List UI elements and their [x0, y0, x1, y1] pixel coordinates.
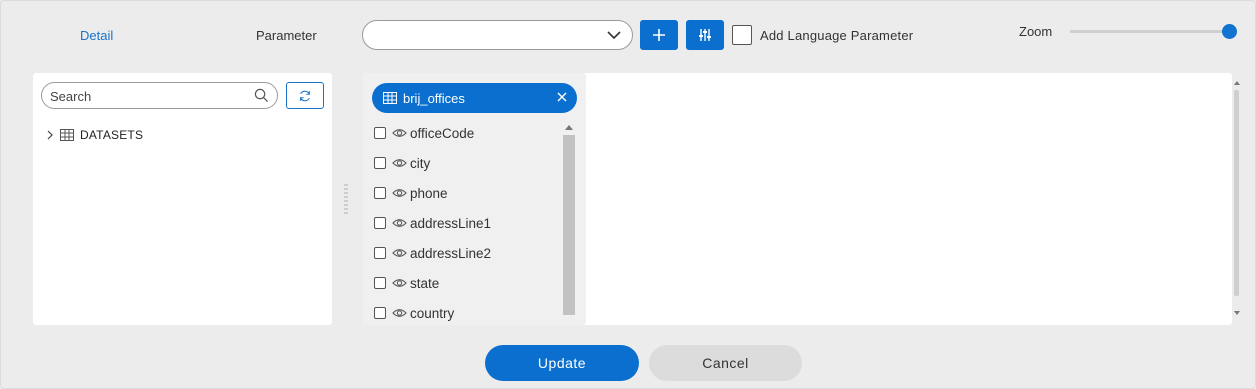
table-header[interactable]: brij_offices — [372, 83, 577, 113]
column-row[interactable]: phone — [374, 183, 448, 203]
column-name: country — [410, 305, 455, 321]
table-name: brij_offices — [403, 90, 465, 106]
plus-icon — [653, 29, 665, 41]
update-button[interactable]: Update — [485, 345, 639, 381]
column-name: phone — [410, 185, 448, 201]
eye-icon[interactable] — [392, 247, 407, 259]
column-name: state — [410, 275, 440, 291]
parameter-select[interactable] — [362, 20, 633, 50]
parameter-settings-button[interactable] — [686, 20, 724, 50]
column-checkbox[interactable] — [374, 217, 386, 229]
column-checkbox[interactable] — [374, 277, 386, 289]
dataset-panel: DATASETS — [33, 73, 332, 325]
add-language-checkbox[interactable] — [732, 25, 752, 45]
column-name: addressLine2 — [410, 245, 492, 261]
column-row[interactable]: addressLine1 — [374, 213, 491, 233]
tab-detail[interactable]: Detail — [80, 28, 113, 43]
column-name: addressLine1 — [410, 215, 492, 231]
zoom-slider-fill — [1070, 30, 1230, 33]
add-language-label: Add Language Parameter — [760, 28, 914, 43]
table-card[interactable]: brij_offices officeCode city phone addressL… — [363, 73, 586, 325]
sliders-icon — [699, 29, 711, 41]
column-checkbox[interactable] — [374, 247, 386, 259]
tree-item-datasets[interactable]: DATASETS — [45, 126, 143, 144]
dialog-frame: Detail Parameter Add Language Parameter … — [0, 0, 1256, 389]
column-list-scrollbar[interactable] — [563, 125, 575, 315]
column-name: officeCode — [410, 125, 475, 141]
eye-icon[interactable] — [392, 127, 407, 139]
column-checkbox[interactable] — [374, 157, 386, 169]
refresh-button[interactable] — [286, 82, 324, 109]
scrollbar-thumb[interactable] — [563, 135, 575, 315]
column-row[interactable]: officeCode — [374, 123, 474, 143]
eye-icon[interactable] — [392, 307, 407, 319]
table-icon — [383, 92, 397, 104]
column-row[interactable]: city — [374, 153, 430, 173]
eye-icon[interactable] — [392, 187, 407, 199]
close-icon[interactable] — [555, 90, 569, 104]
refresh-icon — [300, 90, 310, 101]
zoom-label: Zoom — [1019, 24, 1053, 39]
zoom-slider[interactable] — [1070, 24, 1237, 39]
eye-icon[interactable] — [392, 157, 407, 169]
column-checkbox[interactable] — [374, 127, 386, 139]
column-name: city — [410, 155, 431, 171]
canvas-scrollbar[interactable] — [1233, 73, 1243, 325]
column-checkbox[interactable] — [374, 187, 386, 199]
eye-icon[interactable] — [392, 277, 407, 289]
cancel-button[interactable]: Cancel — [649, 345, 802, 381]
panel-resize-handle[interactable] — [344, 183, 348, 215]
column-row[interactable]: country — [374, 303, 454, 323]
zoom-slider-thumb[interactable] — [1222, 24, 1237, 39]
scrollbar-thumb[interactable] — [1234, 90, 1239, 296]
parameter-label: Parameter — [256, 28, 317, 43]
table-icon — [60, 129, 74, 141]
column-row[interactable]: state — [374, 273, 439, 293]
scroll-up-arrow[interactable] — [1234, 81, 1240, 85]
column-row[interactable]: addressLine2 — [374, 243, 491, 263]
add-parameter-button[interactable] — [640, 20, 678, 50]
scroll-down-arrow[interactable] — [1234, 311, 1240, 315]
search-box — [41, 82, 278, 109]
search-icon[interactable] — [254, 88, 269, 103]
column-checkbox[interactable] — [374, 307, 386, 319]
chevron-right-icon[interactable] — [45, 129, 55, 141]
scroll-up-arrow[interactable] — [565, 125, 573, 130]
search-input[interactable] — [50, 87, 250, 105]
eye-icon[interactable] — [392, 217, 407, 229]
chevron-down-icon — [607, 31, 621, 40]
tree-item-label: DATASETS — [80, 128, 144, 142]
